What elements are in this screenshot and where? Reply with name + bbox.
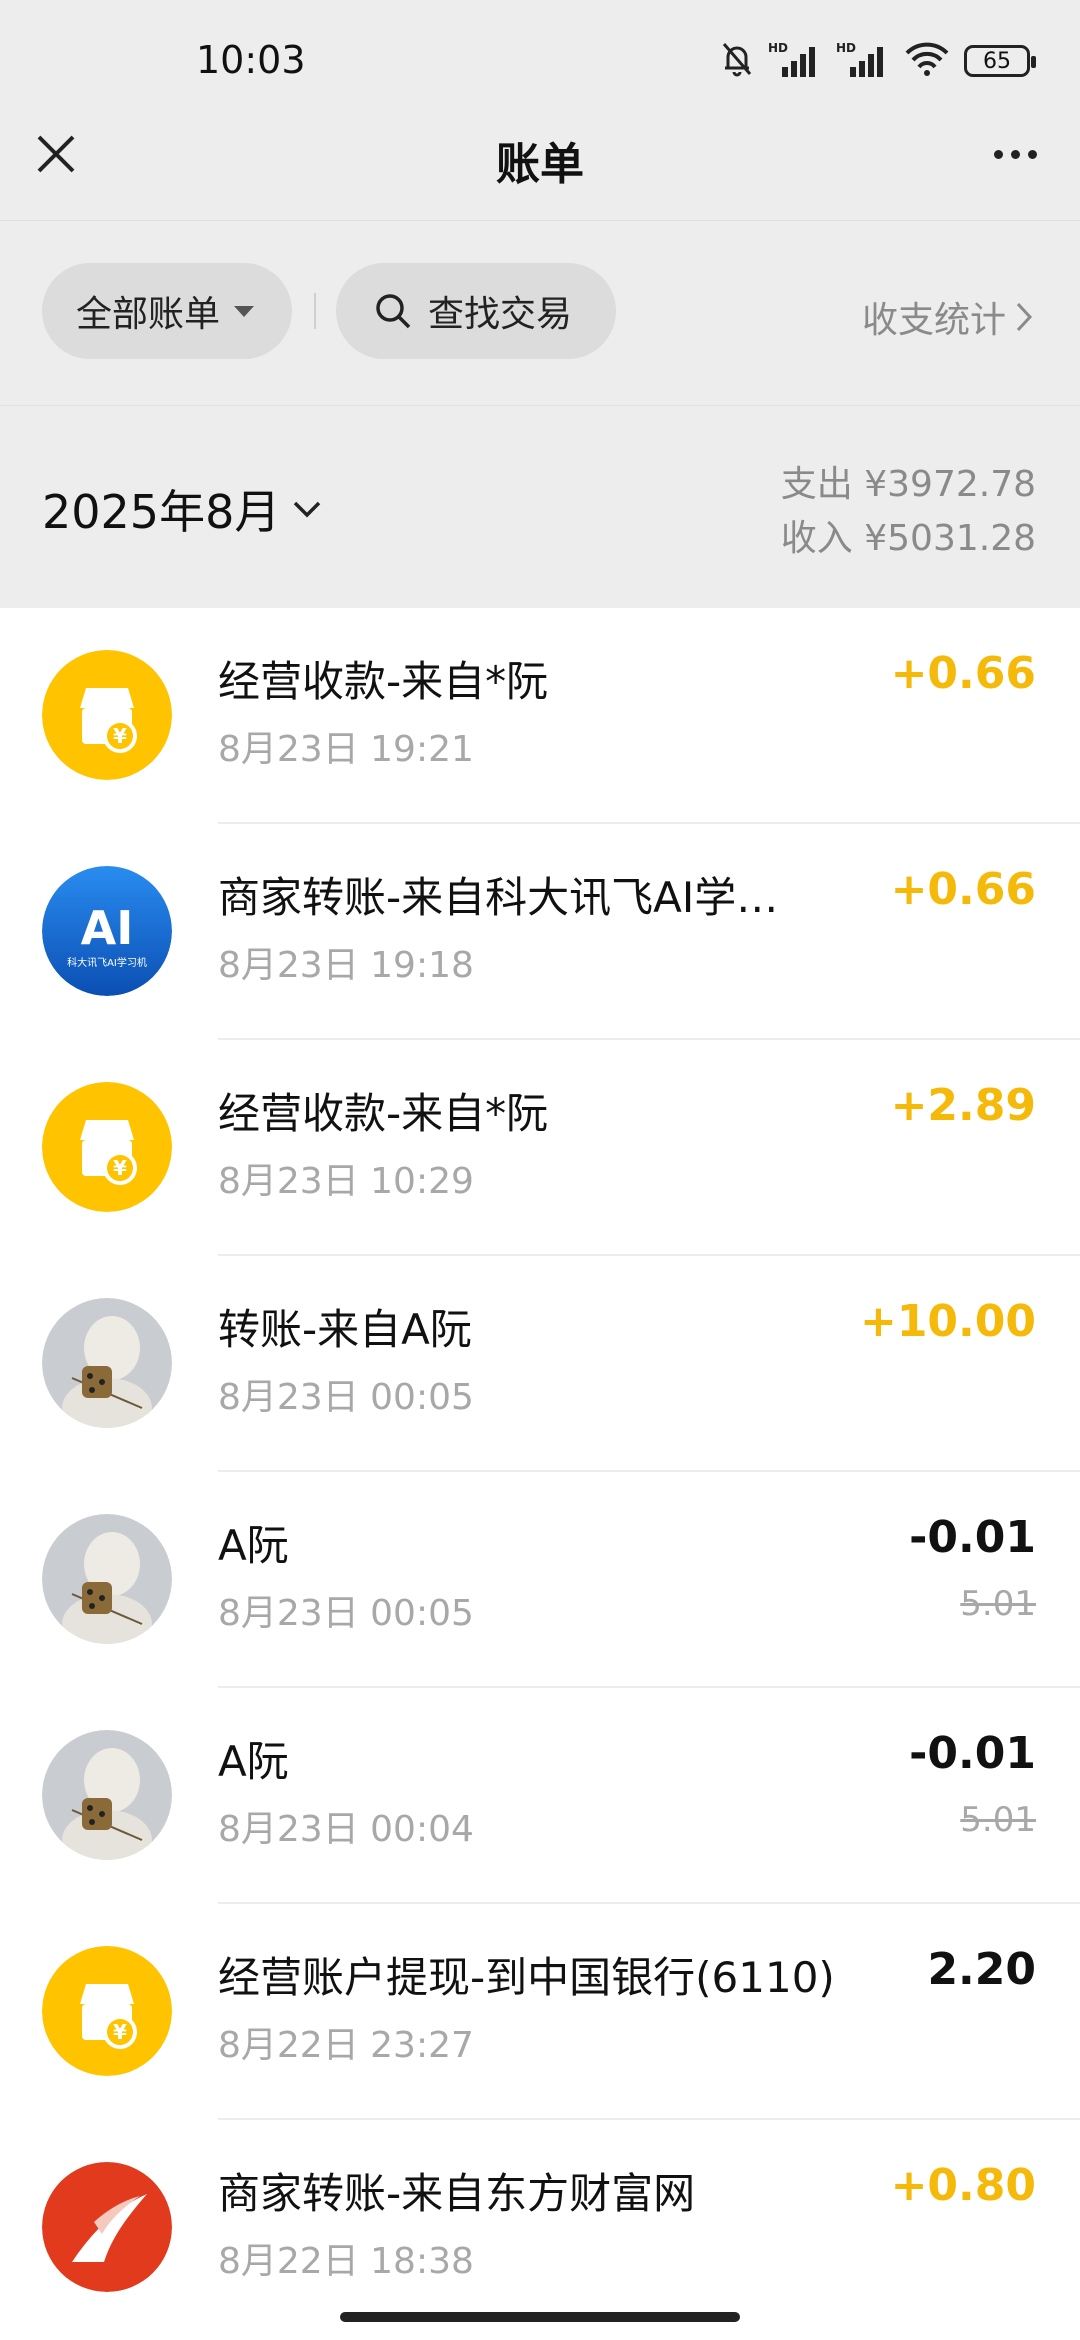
month-totals: 支出 ¥3972.78 收入 ¥5031.28 [781,458,1036,566]
user-photo [42,1514,172,1644]
merchant-icon: ¥ [42,1082,172,1212]
transaction-date: 8月23日 00:05 [218,1377,474,1418]
status-icons: HD HD 65 [720,36,1036,86]
transaction-title: 经营收款-来自*阮 [218,657,549,706]
hd-signal-icon: HD [836,39,890,83]
more-button[interactable] [980,126,1050,182]
transaction-amount: +10.00 [859,1296,1036,1347]
transaction-row[interactable]: A阮 8月23日 00:04 -0.01 5.01 [0,1688,1080,1904]
transaction-title: 商家转账-来自东方财富网 [218,2169,696,2218]
hd-signal-icon: HD [768,39,822,83]
svg-text:¥: ¥ [113,1156,127,1180]
transaction-list: ¥ 经营收款-来自*阮 8月23日 19:21 +0.66 AI 科大讯飞AI学… [0,608,1080,2336]
all-bills-dropdown[interactable]: 全部账单 [42,263,292,359]
income-total: 收入 ¥5031.28 [780,518,1036,559]
transaction-date: 8月23日 10:29 [218,1161,474,1202]
user-photo [42,1298,172,1428]
stats-label: 收支统计 [861,300,1006,341]
title-bar: 账单 [0,100,1080,220]
month-summary: 2025年8月 支出 ¥3972.78 收入 ¥5031.28 [0,405,1080,609]
filter-bar: 全部账单 查找交易 收支统计 [0,220,1080,406]
avatar-ai-subtext: 科大讯飞AI学习机 [67,956,147,969]
svg-text:¥: ¥ [113,724,127,748]
original-amount: 5.01 [960,1584,1036,1624]
transaction-amount: -0.01 [909,1512,1036,1563]
eastmoney-logo [42,2162,172,2292]
transaction-amount: -0.01 [909,1728,1036,1779]
transaction-amount: +0.80 [890,2160,1036,2211]
transaction-row[interactable]: A阮 8月23日 00:05 -0.01 5.01 [0,1472,1080,1688]
more-icon [993,149,1003,159]
transaction-row[interactable]: ¥ 经营收款-来自*阮 8月23日 19:21 +0.66 [0,608,1080,824]
status-time: 10:03 [196,38,306,82]
transaction-title: 商家转账-来自科大讯飞AI学… [218,873,779,922]
transaction-amount: +0.66 [890,648,1036,699]
transaction-row[interactable]: 商家转账-来自东方财富网 8月22日 18:38 +0.80 [0,2120,1080,2336]
search-label: 查找交易 [428,294,573,335]
search-icon [376,294,411,329]
transaction-date: 8月23日 00:05 [218,1593,474,1634]
svg-text:HD: HD [768,41,788,55]
all-bills-label: 全部账单 [76,294,221,335]
transaction-title: A阮 [218,1737,289,1786]
transaction-date: 8月23日 19:18 [218,945,474,986]
stats-link[interactable]: 收支统计 [862,291,1034,343]
wifi-icon [904,41,950,81]
transaction-date: 8月22日 23:27 [218,2025,474,2066]
chevron-right-icon [1016,302,1033,332]
transaction-row[interactable]: ¥ 经营收款-来自*阮 8月23日 10:29 +2.89 [0,1040,1080,1256]
transaction-title: 经营收款-来自*阮 [218,1089,549,1138]
transaction-amount: 2.20 [927,1944,1036,1995]
transaction-date: 8月22日 18:38 [218,2241,474,2282]
month-label: 2025年8月 [42,485,281,539]
transaction-row[interactable]: ¥ 经营账户提现-到中国银行(6110) 8月22日 23:27 2.20 [0,1904,1080,2120]
transaction-title: 转账-来自A阮 [218,1305,472,1354]
iflytek-ai-logo: AI 科大讯飞AI学习机 [42,866,172,996]
transaction-amount: +0.66 [890,864,1036,915]
expense-total: 支出 ¥3972.78 [780,464,1036,505]
month-selector[interactable]: 2025年8月 [42,476,322,542]
merchant-icon: ¥ [42,650,172,780]
transaction-title: A阮 [218,1521,289,1570]
transaction-title: 经营账户提现-到中国银行(6110) [218,1953,835,2002]
svg-text:HD: HD [836,41,856,55]
transaction-amount: +2.89 [890,1080,1036,1131]
transaction-row[interactable]: AI 科大讯飞AI学习机 商家转账-来自科大讯飞AI学… 8月23日 19:18… [0,824,1080,1040]
mute-bell-icon [720,40,754,82]
divider [314,293,316,329]
transaction-date: 8月23日 19:21 [218,729,474,770]
battery-icon: 65 [964,45,1036,77]
user-photo [42,1730,172,1860]
transaction-row[interactable]: 转账-来自A阮 8月23日 00:05 +10.00 [0,1256,1080,1472]
original-amount: 5.01 [960,1800,1036,1840]
merchant-icon: ¥ [42,1946,172,2076]
search-transactions-button[interactable]: 查找交易 [336,263,616,359]
avatar-ai-text: AI [81,901,134,955]
home-indicator[interactable] [340,2312,740,2322]
caret-down-icon [234,305,255,317]
svg-text:¥: ¥ [113,2020,127,2044]
page-title: 账单 [496,139,584,190]
transaction-date: 8月23日 00:04 [218,1809,474,1850]
chevron-down-icon [294,501,321,518]
